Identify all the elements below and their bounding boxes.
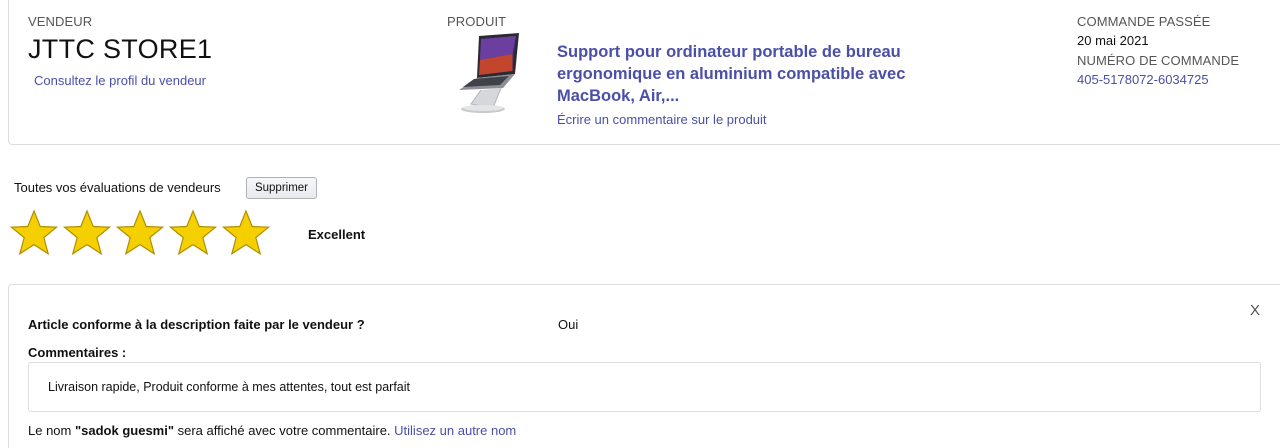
star-rating [10, 209, 275, 257]
seller-evaluations-label: Toutes vos évaluations de vendeurs [14, 180, 221, 195]
rating-text: Excellent [308, 227, 366, 242]
description-match-answer: Oui [558, 317, 579, 332]
seller-heading: VENDEUR [28, 14, 93, 29]
close-icon[interactable]: X [1250, 302, 1260, 319]
star-icon[interactable] [222, 209, 270, 257]
comments-label: Commentaires : [28, 345, 127, 360]
name-prefix: Le nom [28, 423, 75, 438]
star-icon[interactable] [169, 209, 217, 257]
delete-button[interactable]: Supprimer [246, 177, 317, 199]
write-product-review-link[interactable]: Écrire un commentaire sur le produit [557, 112, 767, 127]
laptop-stand-image[interactable] [449, 30, 525, 116]
order-number-heading: NUMÉRO DE COMMANDE [1077, 53, 1240, 68]
product-heading: PRODUIT [447, 14, 507, 29]
order-placed-heading: COMMANDE PASSÉE [1077, 14, 1211, 29]
star-icon[interactable] [10, 209, 58, 257]
name-suffix: sera affiché avec votre commentaire. [174, 423, 395, 438]
seller-profile-link[interactable]: Consultez le profil du vendeur [34, 73, 206, 88]
order-number-link[interactable]: 405-5178072-6034725 [1077, 72, 1209, 87]
display-name-line: Le nom "sadok guesmi" sera affiché avec … [28, 423, 516, 438]
description-match-question: Article conforme à la description faite … [28, 317, 365, 332]
display-name: "sadok guesmi" [74, 423, 175, 438]
seller-name: JTTC STORE1 [28, 34, 213, 64]
comment-textarea[interactable]: Livraison rapide, Produit conforme à mes… [28, 362, 1261, 412]
order-date: 20 mai 2021 [1077, 33, 1149, 48]
change-name-link[interactable]: Utilisez un autre nom [394, 423, 516, 438]
star-icon[interactable] [63, 209, 111, 257]
product-title-link[interactable]: Support pour ordinateur portable de bure… [557, 41, 947, 107]
star-icon[interactable] [116, 209, 164, 257]
